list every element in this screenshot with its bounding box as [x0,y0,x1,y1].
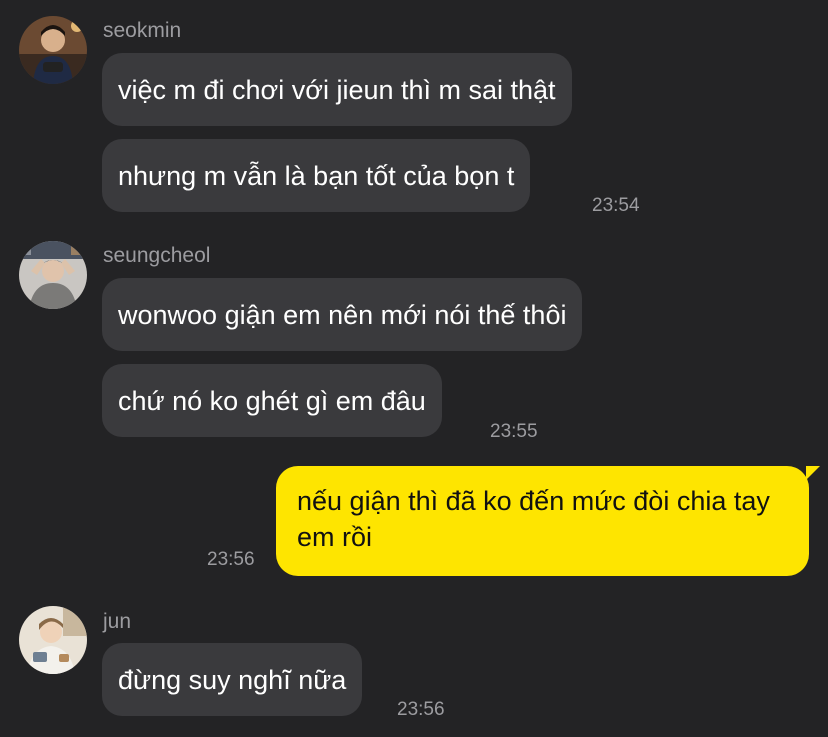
message-timestamp: 23:54 [592,195,640,216]
message-timestamp: 23:55 [490,421,538,442]
avatar-photo-icon [19,16,87,84]
message-timestamp: 23:56 [207,549,255,570]
sender-name: seungcheol [103,244,211,267]
outgoing-bubble-tail [806,466,820,480]
seungcheol-avatar[interactable] [19,241,87,309]
sender-name: seokmin [103,19,182,42]
sender-name: jun [103,610,132,633]
message-bubble[interactable]: việc m đi chơi với jieun thì m sai thật [102,53,572,126]
message-bubble[interactable]: đừng suy nghĩ nữa [102,643,363,716]
jun-avatar[interactable] [19,606,87,674]
seokmin-avatar[interactable] [19,16,87,84]
avatar-photo-icon [19,241,87,309]
outgoing-message-bubble[interactable]: nếu giận thì đã ko đến mức đòi chia tay … [276,466,809,576]
message-bubble[interactable]: chứ nó ko ghét gì em đâu [102,364,442,437]
chat-conversation: seokmin việc m đi chơi với jieun thì m s… [0,0,828,737]
avatar-photo-icon [19,606,87,674]
message-bubble[interactable]: nhưng m vẫn là bạn tốt của bọn t [102,139,531,212]
message-bubble[interactable]: wonwoo giận em nên mới nói thế thôi [102,278,583,351]
message-timestamp: 23:56 [397,699,445,720]
